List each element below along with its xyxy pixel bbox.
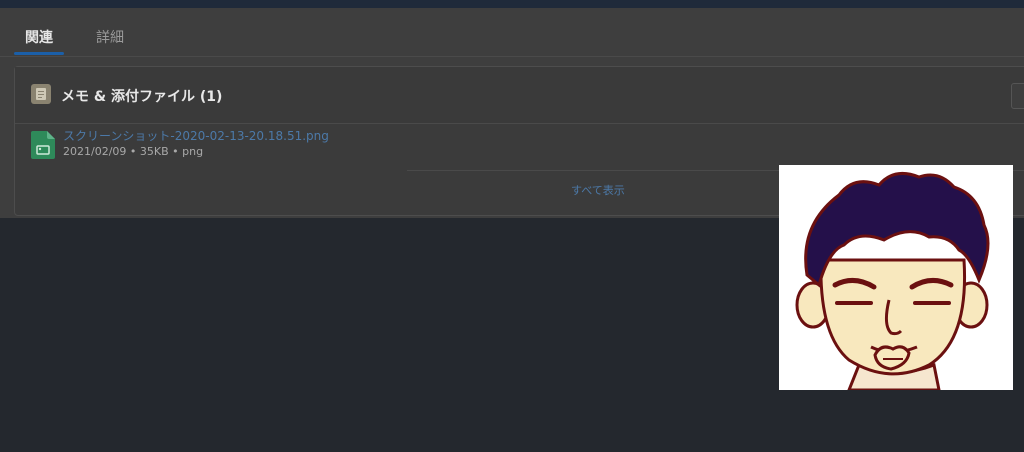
view-all-link[interactable]: すべて表示 [571, 182, 625, 198]
file-name-link[interactable]: スクリーンショット-2020-02-13-20.18.51.png [63, 127, 329, 144]
card-menu-button[interactable] [1011, 83, 1024, 109]
tab-details[interactable]: 詳細 [96, 27, 124, 47]
tab-bar: 関連 詳細 [0, 8, 1024, 57]
file-meta: 2021/02/09 • 35KB • png [63, 145, 204, 158]
active-tab-indicator [14, 52, 64, 55]
tab-related[interactable]: 関連 [25, 27, 53, 47]
top-header-strip [0, 0, 1024, 8]
cartoon-face-avatar [779, 165, 1013, 390]
image-file-icon [31, 131, 55, 159]
card-title[interactable]: メモ & 添付ファイル (1) [61, 86, 222, 106]
notes-icon [31, 84, 51, 104]
card-header: メモ & 添付ファイル (1) [15, 67, 1024, 124]
file-list-item[interactable]: スクリーンショット-2020-02-13-20.18.51.png 2021/0… [15, 123, 1024, 171]
